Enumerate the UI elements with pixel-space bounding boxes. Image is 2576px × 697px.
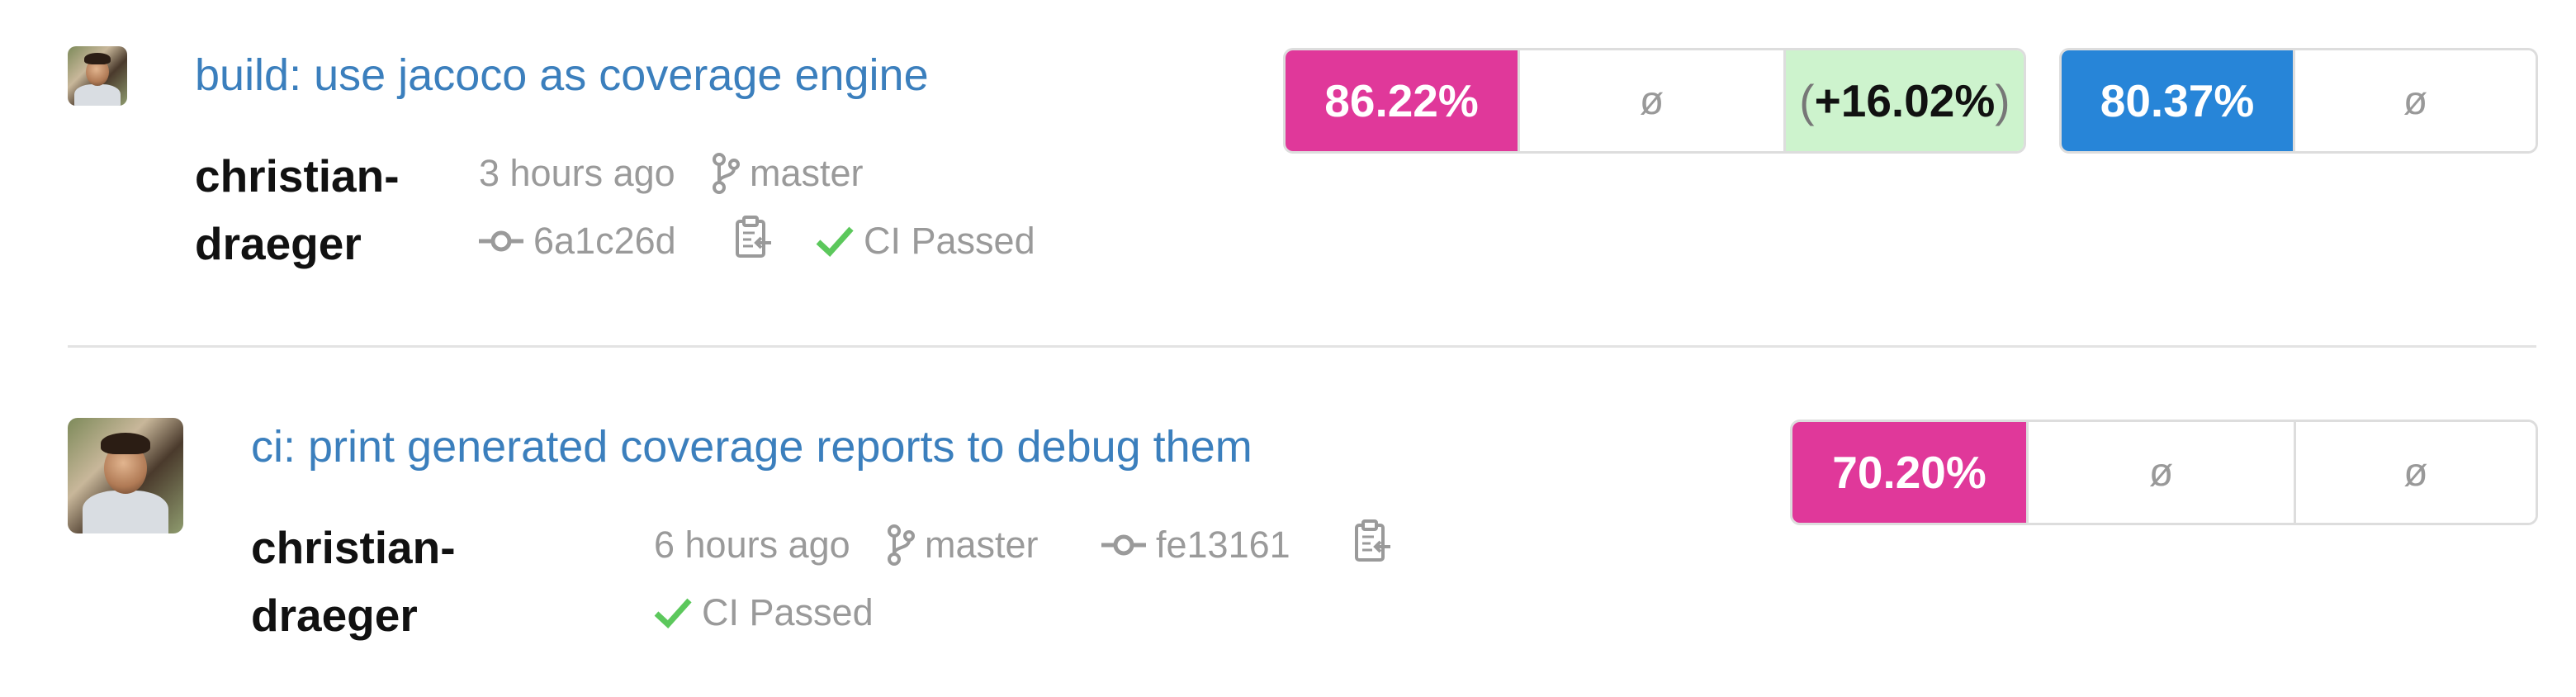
branch[interactable]: master <box>712 152 864 195</box>
coverage-cell[interactable]: 80.37% <box>2062 50 2296 151</box>
author-name-line: draeger <box>195 218 362 269</box>
delta-text: +16.02% <box>1814 75 1996 126</box>
coverage-cell[interactable]: ø <box>2295 422 2536 523</box>
ci-status-text: CI Passed <box>864 220 1035 262</box>
coverage-group: 80.37% ø <box>2059 48 2538 154</box>
avatar[interactable] <box>68 46 127 106</box>
coverage-cell[interactable]: ø <box>1520 50 1786 151</box>
commit-row: ci: print generated coverage reports to … <box>0 348 2576 697</box>
commit-title-link[interactable]: build: use jacoco as coverage engine <box>195 50 929 101</box>
clipboard-copy-icon <box>1355 519 1390 562</box>
author-name[interactable]: christian- draeger <box>251 514 456 649</box>
commit-time: 6 hours ago <box>654 524 850 567</box>
coverage-group: 70.20% ø ø <box>1790 420 2538 525</box>
row-divider <box>68 345 2536 348</box>
author-name-line: draeger <box>251 590 418 641</box>
branch-name: master <box>925 524 1039 566</box>
check-icon <box>654 598 692 628</box>
author-name-line: christian- <box>251 522 456 573</box>
author-name[interactable]: christian- draeger <box>195 142 400 277</box>
paren-open: ( <box>1799 75 1815 126</box>
commit-time: 3 hours ago <box>479 152 675 195</box>
author-name-line: christian- <box>195 150 400 202</box>
git-commit-icon <box>1101 534 1146 556</box>
avatar[interactable] <box>68 418 183 533</box>
branch[interactable]: master <box>887 524 1039 567</box>
git-branch-icon <box>713 153 740 194</box>
sha-text: 6a1c26d <box>533 220 676 262</box>
paren-close: ) <box>1995 75 2010 126</box>
clipboard-copy-icon <box>736 216 771 258</box>
commit-title-link[interactable]: ci: print generated coverage reports to … <box>251 421 1252 472</box>
ci-status-text: CI Passed <box>702 591 874 633</box>
ci-status[interactable]: CI Passed <box>654 591 874 634</box>
coverage-cell[interactable]: ø <box>2295 50 2536 151</box>
check-icon <box>816 226 854 257</box>
copy-sha-button[interactable] <box>735 215 773 259</box>
coverage-cell[interactable]: 86.22% <box>1286 50 1521 151</box>
git-commit-icon <box>479 230 523 252</box>
ci-status[interactable]: CI Passed <box>816 220 1035 263</box>
sha-text: fe13161 <box>1156 524 1290 566</box>
time-text: 3 hours ago <box>479 152 675 194</box>
git-branch-icon <box>888 524 915 566</box>
coverage-cell[interactable]: ø <box>2029 422 2296 523</box>
time-text: 6 hours ago <box>654 524 850 566</box>
commit-row: build: use jacoco as coverage engine chr… <box>0 0 2576 347</box>
coverage-group: 86.22% ø (+16.02%) <box>1283 48 2026 154</box>
coverage-cell[interactable]: 70.20% <box>1792 422 2029 523</box>
copy-sha-button[interactable] <box>1354 519 1392 563</box>
commit-sha[interactable]: fe13161 <box>1101 524 1290 567</box>
coverage-delta-cell[interactable]: (+16.02%) <box>1785 50 2024 151</box>
branch-name: master <box>750 152 864 194</box>
commit-sha[interactable]: 6a1c26d <box>479 220 676 263</box>
